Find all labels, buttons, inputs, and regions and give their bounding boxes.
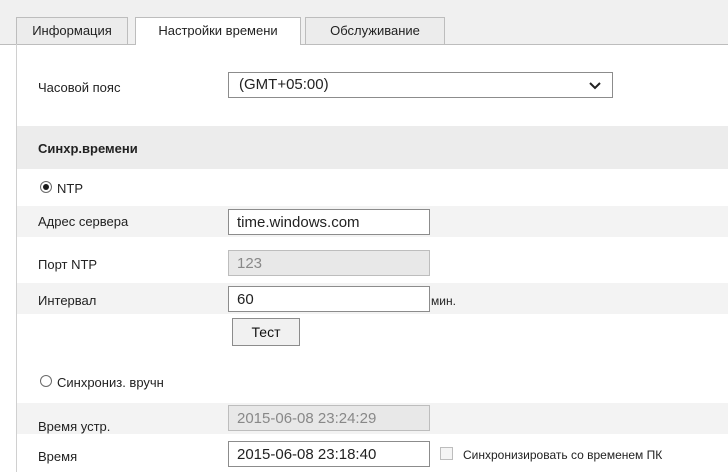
server-address-input[interactable] [228,209,430,235]
sync-with-pc-checkbox[interactable] [440,447,453,460]
interval-label: Интервал [38,293,97,308]
chevron-down-icon [589,82,601,90]
ntp-port-label: Порт NTP [38,257,98,272]
device-time-label: Время устр. [38,419,111,434]
manual-sync-radio[interactable] [40,375,52,387]
timezone-value: (GMT+05:00) [239,76,329,93]
ntp-radio-label: NTP [57,181,83,196]
tab-information[interactable]: Информация [16,17,128,44]
interval-input[interactable] [228,286,430,312]
manual-sync-label: Синхрониз. вручн [57,375,164,390]
time-input[interactable] [228,441,430,467]
tab-bar: Информация Настройки времени Обслуживани… [0,0,728,45]
device-time-input [228,405,430,431]
section-title-time-sync: Синхр.времени [38,141,138,156]
time-label: Время [38,449,78,464]
sync-with-pc-label: Синхронизировать со временем ПК [463,448,663,462]
ntp-port-input [228,250,430,276]
timezone-select[interactable]: (GMT+05:00) [228,72,613,98]
tab-time-settings[interactable]: Настройки времени [135,17,301,45]
test-button[interactable]: Тест [232,318,300,346]
server-address-label: Адрес сервера [38,214,129,229]
tab-maintenance[interactable]: Обслуживание [305,17,445,44]
timezone-label: Часовой пояс [38,80,121,95]
ntp-radio[interactable] [40,181,52,193]
time-settings-page: Информация Настройки времени Обслуживани… [0,0,728,472]
interval-unit: мин. [431,294,456,308]
